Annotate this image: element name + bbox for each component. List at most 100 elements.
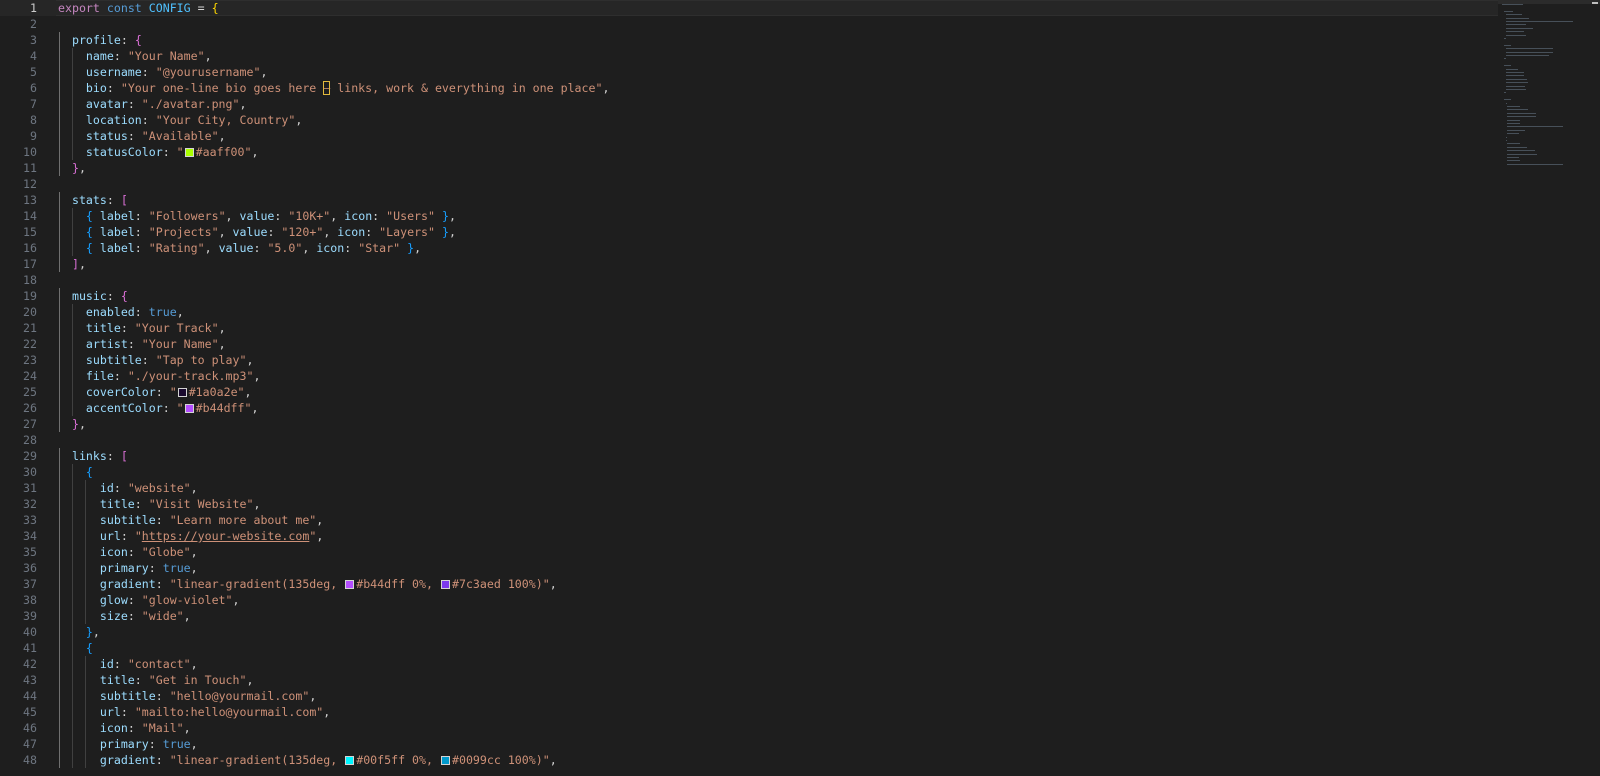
token: : <box>113 481 128 495</box>
code-line[interactable]: 28 <box>0 432 1498 448</box>
code-line[interactable]: 12 <box>0 176 1498 192</box>
code-line[interactable]: 10 statusColor: " #aaff00", <box>0 144 1498 160</box>
code-line[interactable]: 5 username: "@yourusername", <box>0 64 1498 80</box>
color-swatch-icon[interactable] <box>440 756 450 765</box>
code-text: url: "https://your-website.com", <box>58 528 323 544</box>
token: , <box>251 145 259 159</box>
code-line[interactable]: 36 primary: true, <box>0 560 1498 576</box>
color-swatch-icon[interactable] <box>440 580 450 589</box>
minimap-line <box>1507 160 1520 162</box>
token: } <box>85 625 93 639</box>
token: subtitle <box>99 689 156 703</box>
token: stats <box>71 193 107 207</box>
code-line[interactable]: 33 subtitle: "Learn more about me", <box>0 512 1498 528</box>
code-line[interactable]: 24 file: "./your-track.mp3", <box>0 368 1498 384</box>
code-line[interactable]: 44 subtitle: "hello@yourmail.com", <box>0 688 1498 704</box>
code-line[interactable]: 42 id: "contact", <box>0 656 1498 672</box>
code-line[interactable]: 41 { <box>0 640 1498 656</box>
code-line[interactable]: 16 { label: "Rating", value: "5.0", icon… <box>0 240 1498 256</box>
code-line[interactable]: 22 artist: "Your Name", <box>0 336 1498 352</box>
code-line[interactable]: 30 { <box>0 464 1498 480</box>
token: , <box>92 625 100 639</box>
code-line[interactable]: 14 { label: "Followers", value: "10K+", … <box>0 208 1498 224</box>
code-line[interactable]: 1 export const CONFIG = { <box>0 0 1498 16</box>
token: , <box>239 97 247 111</box>
code-line[interactable]: 37 gradient: "linear-gradient(135deg, #b… <box>0 576 1498 592</box>
code-line[interactable]: 2 <box>0 16 1498 32</box>
line-number: 29 <box>23 449 37 463</box>
token: label <box>99 241 135 255</box>
code-line[interactable]: 31 id: "website", <box>0 480 1498 496</box>
code-line[interactable]: 29 links: [ <box>0 448 1498 464</box>
code-line[interactable]: 17 ], <box>0 256 1498 272</box>
code-line[interactable]: 15 { label: "Projects", value: "120+", i… <box>0 224 1498 240</box>
token: : <box>155 753 170 767</box>
token: : <box>162 401 177 415</box>
code-line[interactable]: 6 bio: "Your one-line bio goes here — li… <box>0 80 1498 96</box>
code-line[interactable]: 21 title: "Your Track", <box>0 320 1498 336</box>
color-swatch-icon[interactable] <box>345 756 355 765</box>
code-line[interactable]: 43 title: "Get in Touch", <box>0 672 1498 688</box>
minimap-line <box>1507 153 1538 155</box>
token: "Your City, Country" <box>155 113 296 127</box>
code-line[interactable]: 20 enabled: true, <box>0 304 1498 320</box>
code-line[interactable]: 40 }, <box>0 624 1498 640</box>
code-line[interactable]: 27 }, <box>0 416 1498 432</box>
code-line[interactable]: 4 name: "Your Name", <box>0 48 1498 64</box>
line-number: 38 <box>23 593 37 607</box>
code-line[interactable]: 34 url: "https://your-website.com", <box>0 528 1498 544</box>
line-number: 39 <box>23 609 37 623</box>
minimap[interactable] <box>1498 0 1600 776</box>
code-line[interactable]: 8 location: "Your City, Country", <box>0 112 1498 128</box>
code-text: title: "Get in Touch", <box>58 672 254 688</box>
token: : <box>134 241 149 255</box>
code-line[interactable]: 35 icon: "Globe", <box>0 544 1498 560</box>
code-line[interactable]: 13 stats: [ <box>0 192 1498 208</box>
token: , <box>218 321 226 335</box>
line-number: 37 <box>23 577 37 591</box>
code-line[interactable]: 11 }, <box>0 160 1498 176</box>
token: } <box>71 161 79 175</box>
code-line[interactable]: 46 icon: "Mail", <box>0 720 1498 736</box>
token: subtitle <box>99 513 156 527</box>
minimap-line <box>1507 129 1526 131</box>
token: , <box>190 657 198 671</box>
code-line[interactable]: 32 title: "Visit Website", <box>0 496 1498 512</box>
minimap-line <box>1503 10 1513 12</box>
color-swatch-icon[interactable] <box>345 580 355 589</box>
code-line[interactable]: 48 gradient: "linear-gradient(135deg, #0… <box>0 752 1498 768</box>
code-line[interactable]: 3 profile: { <box>0 32 1498 48</box>
url-link[interactable]: https://your-website.com <box>142 529 310 543</box>
token: : <box>148 737 163 751</box>
token: { <box>211 1 219 15</box>
overview-ruler-cursor-marker <box>1592 2 1598 4</box>
token: } <box>442 225 449 239</box>
code-editor[interactable]: 1 export const CONFIG = {2 3 profile: {4 n… <box>0 0 1498 776</box>
code-line[interactable]: 19 music: { <box>0 288 1498 304</box>
color-swatch-icon[interactable] <box>184 148 194 157</box>
token: , <box>244 385 252 399</box>
code-line[interactable]: 23 subtitle: "Tap to play", <box>0 352 1498 368</box>
code-line[interactable]: 18 <box>0 272 1498 288</box>
color-swatch-icon[interactable] <box>177 388 187 397</box>
line-number: 27 <box>23 417 37 431</box>
code-line[interactable]: 26 accentColor: " #b44dff", <box>0 400 1498 416</box>
code-line[interactable]: 7 avatar: "./avatar.png", <box>0 96 1498 112</box>
code-line[interactable]: 47 primary: true, <box>0 736 1498 752</box>
code-line[interactable]: 38 glow: "glow-violet", <box>0 592 1498 608</box>
code-line[interactable]: 25 coverColor: " #1a0a2e", <box>0 384 1498 400</box>
code-line[interactable]: 45 url: "mailto:hello@yourmail.com", <box>0 704 1498 720</box>
token: #7c3aed 100%)" <box>451 577 550 591</box>
code-line[interactable]: 9 status: "Available", <box>0 128 1498 144</box>
token: #b44dff 0%, <box>356 577 440 591</box>
code-line[interactable]: 39 size: "wide", <box>0 608 1498 624</box>
color-swatch-icon[interactable] <box>184 404 194 413</box>
